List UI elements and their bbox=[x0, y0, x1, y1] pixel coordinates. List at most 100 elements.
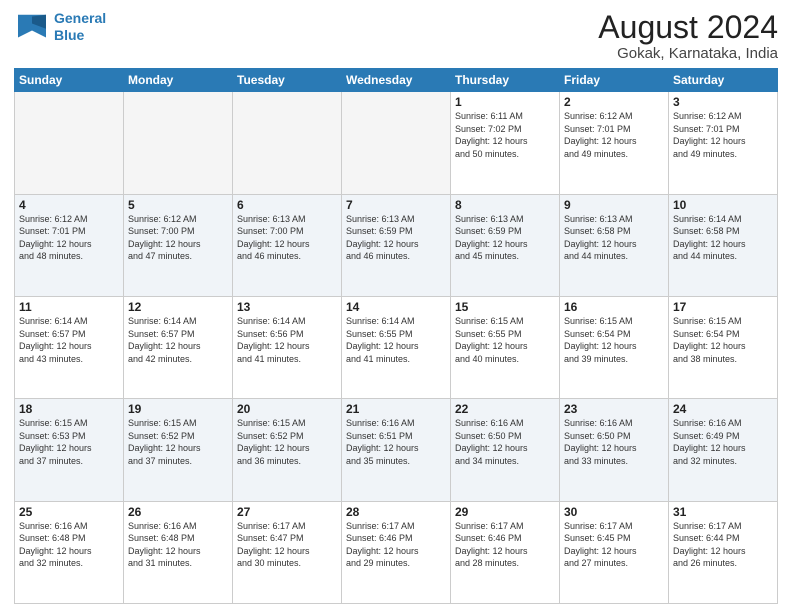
calendar-day-cell: 2Sunrise: 6:12 AM Sunset: 7:01 PM Daylig… bbox=[560, 92, 669, 194]
day-number: 14 bbox=[346, 300, 446, 314]
calendar-day-cell: 8Sunrise: 6:13 AM Sunset: 6:59 PM Daylig… bbox=[451, 194, 560, 296]
day-header-thursday: Thursday bbox=[451, 69, 560, 92]
calendar-week-row: 18Sunrise: 6:15 AM Sunset: 6:53 PM Dayli… bbox=[15, 399, 778, 501]
day-number: 3 bbox=[673, 95, 773, 109]
day-number: 16 bbox=[564, 300, 664, 314]
day-number: 21 bbox=[346, 402, 446, 416]
calendar-day-cell: 11Sunrise: 6:14 AM Sunset: 6:57 PM Dayli… bbox=[15, 296, 124, 398]
day-info: Sunrise: 6:13 AM Sunset: 6:59 PM Dayligh… bbox=[346, 213, 446, 263]
day-info: Sunrise: 6:13 AM Sunset: 7:00 PM Dayligh… bbox=[237, 213, 337, 263]
calendar-day-cell bbox=[124, 92, 233, 194]
day-info: Sunrise: 6:16 AM Sunset: 6:48 PM Dayligh… bbox=[128, 520, 228, 570]
day-number: 23 bbox=[564, 402, 664, 416]
day-header-saturday: Saturday bbox=[669, 69, 778, 92]
day-number: 11 bbox=[19, 300, 119, 314]
day-info: Sunrise: 6:17 AM Sunset: 6:44 PM Dayligh… bbox=[673, 520, 773, 570]
calendar-week-row: 4Sunrise: 6:12 AM Sunset: 7:01 PM Daylig… bbox=[15, 194, 778, 296]
calendar-day-cell: 31Sunrise: 6:17 AM Sunset: 6:44 PM Dayli… bbox=[669, 501, 778, 603]
day-info: Sunrise: 6:15 AM Sunset: 6:55 PM Dayligh… bbox=[455, 315, 555, 365]
calendar-day-cell: 20Sunrise: 6:15 AM Sunset: 6:52 PM Dayli… bbox=[233, 399, 342, 501]
calendar-day-cell: 26Sunrise: 6:16 AM Sunset: 6:48 PM Dayli… bbox=[124, 501, 233, 603]
logo-text: General Blue bbox=[54, 10, 106, 44]
day-number: 5 bbox=[128, 198, 228, 212]
calendar-day-cell: 23Sunrise: 6:16 AM Sunset: 6:50 PM Dayli… bbox=[560, 399, 669, 501]
calendar-day-cell: 19Sunrise: 6:15 AM Sunset: 6:52 PM Dayli… bbox=[124, 399, 233, 501]
day-header-wednesday: Wednesday bbox=[342, 69, 451, 92]
calendar-day-cell: 3Sunrise: 6:12 AM Sunset: 7:01 PM Daylig… bbox=[669, 92, 778, 194]
calendar-day-cell: 28Sunrise: 6:17 AM Sunset: 6:46 PM Dayli… bbox=[342, 501, 451, 603]
day-info: Sunrise: 6:11 AM Sunset: 7:02 PM Dayligh… bbox=[455, 110, 555, 160]
day-number: 6 bbox=[237, 198, 337, 212]
day-number: 29 bbox=[455, 505, 555, 519]
header: General Blue August 2024 Gokak, Karnatak… bbox=[14, 10, 778, 62]
calendar-day-cell: 14Sunrise: 6:14 AM Sunset: 6:55 PM Dayli… bbox=[342, 296, 451, 398]
day-number: 20 bbox=[237, 402, 337, 416]
day-header-tuesday: Tuesday bbox=[233, 69, 342, 92]
day-info: Sunrise: 6:15 AM Sunset: 6:53 PM Dayligh… bbox=[19, 417, 119, 467]
calendar-day-cell: 18Sunrise: 6:15 AM Sunset: 6:53 PM Dayli… bbox=[15, 399, 124, 501]
day-info: Sunrise: 6:15 AM Sunset: 6:52 PM Dayligh… bbox=[237, 417, 337, 467]
day-info: Sunrise: 6:16 AM Sunset: 6:51 PM Dayligh… bbox=[346, 417, 446, 467]
day-info: Sunrise: 6:14 AM Sunset: 6:56 PM Dayligh… bbox=[237, 315, 337, 365]
calendar-day-cell: 27Sunrise: 6:17 AM Sunset: 6:47 PM Dayli… bbox=[233, 501, 342, 603]
day-info: Sunrise: 6:14 AM Sunset: 6:57 PM Dayligh… bbox=[128, 315, 228, 365]
day-info: Sunrise: 6:17 AM Sunset: 6:45 PM Dayligh… bbox=[564, 520, 664, 570]
day-number: 12 bbox=[128, 300, 228, 314]
day-info: Sunrise: 6:17 AM Sunset: 6:46 PM Dayligh… bbox=[346, 520, 446, 570]
day-number: 7 bbox=[346, 198, 446, 212]
day-number: 25 bbox=[19, 505, 119, 519]
calendar-day-cell: 9Sunrise: 6:13 AM Sunset: 6:58 PM Daylig… bbox=[560, 194, 669, 296]
subtitle: Gokak, Karnataka, India bbox=[598, 45, 778, 62]
day-info: Sunrise: 6:16 AM Sunset: 6:50 PM Dayligh… bbox=[564, 417, 664, 467]
calendar-day-cell: 15Sunrise: 6:15 AM Sunset: 6:55 PM Dayli… bbox=[451, 296, 560, 398]
day-info: Sunrise: 6:15 AM Sunset: 6:54 PM Dayligh… bbox=[673, 315, 773, 365]
title-block: August 2024 Gokak, Karnataka, India bbox=[598, 10, 778, 62]
calendar-day-cell: 4Sunrise: 6:12 AM Sunset: 7:01 PM Daylig… bbox=[15, 194, 124, 296]
day-number: 2 bbox=[564, 95, 664, 109]
day-number: 31 bbox=[673, 505, 773, 519]
day-info: Sunrise: 6:14 AM Sunset: 6:55 PM Dayligh… bbox=[346, 315, 446, 365]
calendar-day-cell: 29Sunrise: 6:17 AM Sunset: 6:46 PM Dayli… bbox=[451, 501, 560, 603]
calendar-week-row: 25Sunrise: 6:16 AM Sunset: 6:48 PM Dayli… bbox=[15, 501, 778, 603]
day-info: Sunrise: 6:16 AM Sunset: 6:48 PM Dayligh… bbox=[19, 520, 119, 570]
logo: General Blue bbox=[14, 10, 106, 44]
calendar-day-cell bbox=[15, 92, 124, 194]
calendar-day-cell: 22Sunrise: 6:16 AM Sunset: 6:50 PM Dayli… bbox=[451, 399, 560, 501]
day-number: 17 bbox=[673, 300, 773, 314]
day-number: 15 bbox=[455, 300, 555, 314]
day-info: Sunrise: 6:13 AM Sunset: 6:58 PM Dayligh… bbox=[564, 213, 664, 263]
day-number: 28 bbox=[346, 505, 446, 519]
day-info: Sunrise: 6:15 AM Sunset: 6:52 PM Dayligh… bbox=[128, 417, 228, 467]
day-number: 1 bbox=[455, 95, 555, 109]
day-info: Sunrise: 6:12 AM Sunset: 7:01 PM Dayligh… bbox=[564, 110, 664, 160]
calendar-table: SundayMondayTuesdayWednesdayThursdayFrid… bbox=[14, 68, 778, 604]
calendar-day-cell: 7Sunrise: 6:13 AM Sunset: 6:59 PM Daylig… bbox=[342, 194, 451, 296]
day-info: Sunrise: 6:14 AM Sunset: 6:57 PM Dayligh… bbox=[19, 315, 119, 365]
calendar-week-row: 1Sunrise: 6:11 AM Sunset: 7:02 PM Daylig… bbox=[15, 92, 778, 194]
calendar-day-cell: 5Sunrise: 6:12 AM Sunset: 7:00 PM Daylig… bbox=[124, 194, 233, 296]
day-number: 10 bbox=[673, 198, 773, 212]
calendar-day-cell: 13Sunrise: 6:14 AM Sunset: 6:56 PM Dayli… bbox=[233, 296, 342, 398]
calendar-day-cell: 17Sunrise: 6:15 AM Sunset: 6:54 PM Dayli… bbox=[669, 296, 778, 398]
day-info: Sunrise: 6:12 AM Sunset: 7:00 PM Dayligh… bbox=[128, 213, 228, 263]
calendar-week-row: 11Sunrise: 6:14 AM Sunset: 6:57 PM Dayli… bbox=[15, 296, 778, 398]
logo-blue: Blue bbox=[54, 27, 84, 43]
calendar-day-cell: 30Sunrise: 6:17 AM Sunset: 6:45 PM Dayli… bbox=[560, 501, 669, 603]
day-number: 8 bbox=[455, 198, 555, 212]
calendar-day-cell: 24Sunrise: 6:16 AM Sunset: 6:49 PM Dayli… bbox=[669, 399, 778, 501]
calendar-day-cell: 10Sunrise: 6:14 AM Sunset: 6:58 PM Dayli… bbox=[669, 194, 778, 296]
calendar-day-cell: 16Sunrise: 6:15 AM Sunset: 6:54 PM Dayli… bbox=[560, 296, 669, 398]
page: General Blue August 2024 Gokak, Karnatak… bbox=[0, 0, 792, 612]
calendar-day-cell: 1Sunrise: 6:11 AM Sunset: 7:02 PM Daylig… bbox=[451, 92, 560, 194]
day-number: 19 bbox=[128, 402, 228, 416]
day-info: Sunrise: 6:15 AM Sunset: 6:54 PM Dayligh… bbox=[564, 315, 664, 365]
day-number: 30 bbox=[564, 505, 664, 519]
day-info: Sunrise: 6:13 AM Sunset: 6:59 PM Dayligh… bbox=[455, 213, 555, 263]
day-number: 24 bbox=[673, 402, 773, 416]
calendar-day-cell: 21Sunrise: 6:16 AM Sunset: 6:51 PM Dayli… bbox=[342, 399, 451, 501]
logo-general: General bbox=[54, 10, 106, 26]
day-number: 27 bbox=[237, 505, 337, 519]
day-info: Sunrise: 6:12 AM Sunset: 7:01 PM Dayligh… bbox=[19, 213, 119, 263]
day-number: 13 bbox=[237, 300, 337, 314]
day-header-friday: Friday bbox=[560, 69, 669, 92]
